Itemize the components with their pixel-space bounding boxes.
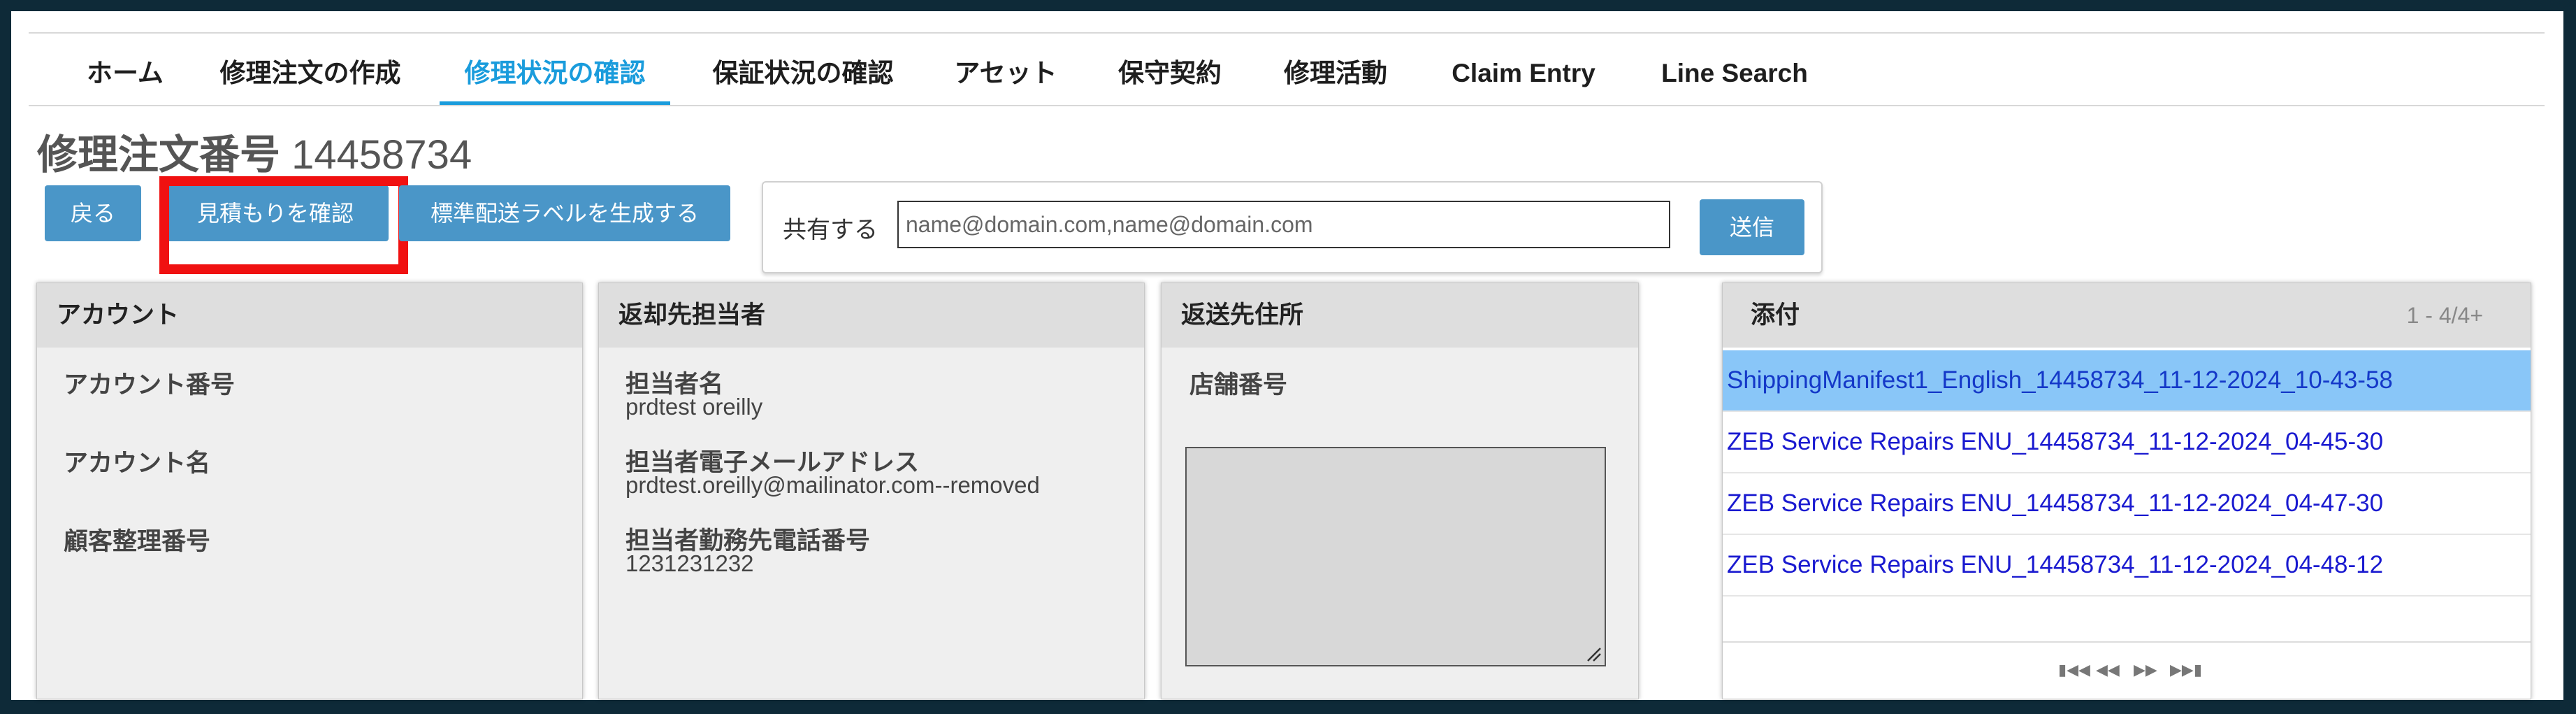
account-name-label: アカウント名 bbox=[64, 450, 211, 477]
top-divider bbox=[29, 32, 2545, 34]
app-frame: ホーム 修理注文の作成 修理状況の確認 保証状況の確認 アセット 保守契約 修理… bbox=[11, 11, 2563, 700]
share-label: 共有する bbox=[783, 217, 878, 243]
tab-warranty-status[interactable]: 保証状況の確認 bbox=[702, 45, 904, 102]
return-address-panel: 返送先住所 店舗番号 bbox=[1161, 283, 1639, 699]
tab-repair-status[interactable]: 修理状況の確認 bbox=[440, 45, 670, 106]
tab-create-repair-order[interactable]: 修理注文の作成 bbox=[209, 45, 412, 102]
send-button[interactable]: 送信 bbox=[1700, 199, 1804, 255]
attachments-pager: ▮◀◀ ◀◀ ▶▶ ▶▶▮ bbox=[1723, 641, 2531, 699]
attachment-row[interactable]: ZEB Service Repairs ENU_14458734_11-12-2… bbox=[1723, 473, 2531, 535]
account-header: アカウント bbox=[37, 283, 582, 348]
first-page-icon[interactable]: ▮◀◀ bbox=[2058, 661, 2090, 679]
return-address-header: 返送先住所 bbox=[1162, 283, 1638, 348]
tab-assets[interactable]: アセット bbox=[946, 45, 1065, 102]
attachments-panel: 添付 1 - 4/4+ ShippingManifest1_English_14… bbox=[1722, 283, 2531, 699]
attachment-row[interactable]: ZEB Service Repairs ENU_14458734_11-12-2… bbox=[1723, 412, 2531, 473]
tab-claim-entry[interactable]: Claim Entry bbox=[1440, 45, 1607, 102]
last-page-icon[interactable]: ▶▶▮ bbox=[2170, 661, 2202, 679]
tab-repair-activity[interactable]: 修理活動 bbox=[1276, 45, 1395, 102]
resize-handle-icon[interactable] bbox=[1585, 645, 1602, 662]
tab-maintenance-contract[interactable]: 保守契約 bbox=[1110, 45, 1229, 102]
tab-home[interactable]: ホーム bbox=[73, 45, 178, 102]
store-number-label: 店舗番号 bbox=[1189, 371, 1288, 399]
return-contact-header: 返却先担当者 bbox=[599, 283, 1144, 348]
next-page-icon[interactable]: ▶▶ bbox=[2134, 661, 2157, 679]
account-number-label: アカウント番号 bbox=[64, 371, 236, 399]
page-title-label: 修理注文番号 bbox=[37, 132, 281, 178]
tab-line-search[interactable]: Line Search bbox=[1651, 45, 1818, 102]
store-number-textarea[interactable] bbox=[1185, 447, 1606, 666]
generate-shipping-label-button[interactable]: 標準配送ラベルを生成する bbox=[399, 185, 730, 241]
share-email-input[interactable] bbox=[897, 201, 1670, 248]
customer-ref-label: 顧客整理番号 bbox=[64, 528, 211, 555]
share-panel: 共有する 送信 bbox=[762, 181, 1823, 273]
attachment-row[interactable]: ZEB Service Repairs ENU_14458734_11-12-2… bbox=[1723, 535, 2531, 597]
account-panel: アカウント アカウント番号 アカウント名 顧客整理番号 bbox=[36, 283, 583, 699]
prev-page-icon[interactable]: ◀◀ bbox=[2096, 661, 2120, 679]
nav-divider bbox=[29, 105, 2545, 106]
highlight-box bbox=[159, 176, 408, 274]
order-number: 14458734 bbox=[291, 132, 472, 178]
back-button[interactable]: 戻る bbox=[45, 185, 141, 241]
main-nav: ホーム 修理注文の作成 修理状況の確認 保証状況の確認 アセット 保守契約 修理… bbox=[11, 45, 2563, 106]
attachment-row[interactable]: ShippingManifest1_English_14458734_11-12… bbox=[1723, 350, 2531, 412]
attachments-title: 添付 bbox=[1751, 301, 1800, 329]
contact-name-value: prdtest oreilly bbox=[625, 394, 763, 420]
attachments-header: 添付 1 - 4/4+ bbox=[1723, 283, 2531, 348]
attachments-count: 1 - 4/4+ bbox=[2406, 303, 2483, 328]
return-contact-panel: 返却先担当者 担当者名 prdtest oreilly 担当者電子メールアドレス… bbox=[598, 283, 1145, 699]
contact-phone-value: 1231231232 bbox=[625, 550, 754, 576]
page-title: 修理注文番号 14458734 bbox=[37, 122, 472, 180]
contact-email-value: prdtest.oreilly@mailinator.com--removed bbox=[625, 472, 1040, 498]
